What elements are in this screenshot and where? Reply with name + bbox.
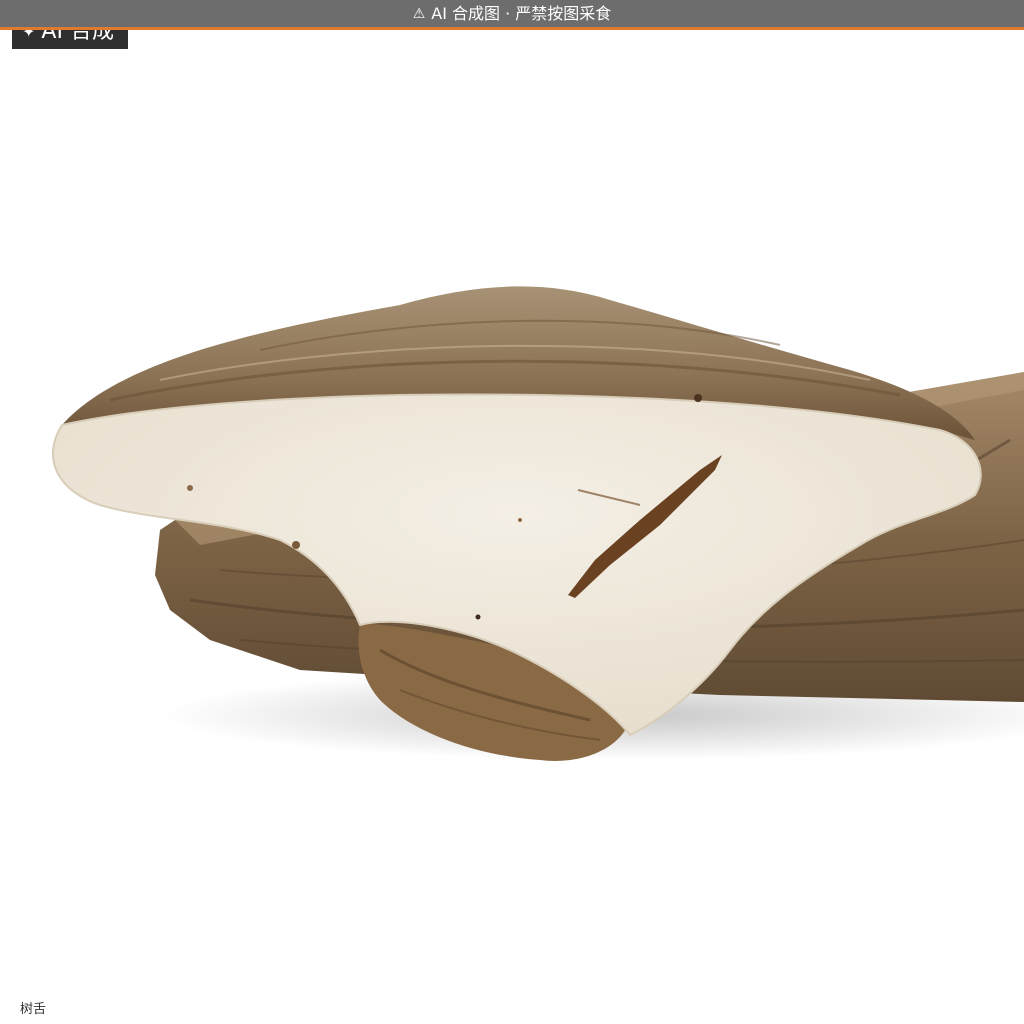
mushroom-photo bbox=[52, 286, 1024, 761]
ai-generated-badge: ✦ AI 合成 bbox=[12, 30, 128, 49]
ai-warning-text: AI 合成图 · 严禁按图采食 bbox=[431, 3, 612, 23]
ai-badge-text: AI 合成 bbox=[41, 30, 114, 44]
sparkle-icon: ✦ bbox=[22, 30, 36, 41]
warning-icon: ⚠ bbox=[412, 5, 426, 22]
ai-warning-banner: ⚠ AI 合成图 · 严禁按图采食 bbox=[0, 0, 1024, 30]
species-caption: 树舌 bbox=[20, 1002, 47, 1017]
